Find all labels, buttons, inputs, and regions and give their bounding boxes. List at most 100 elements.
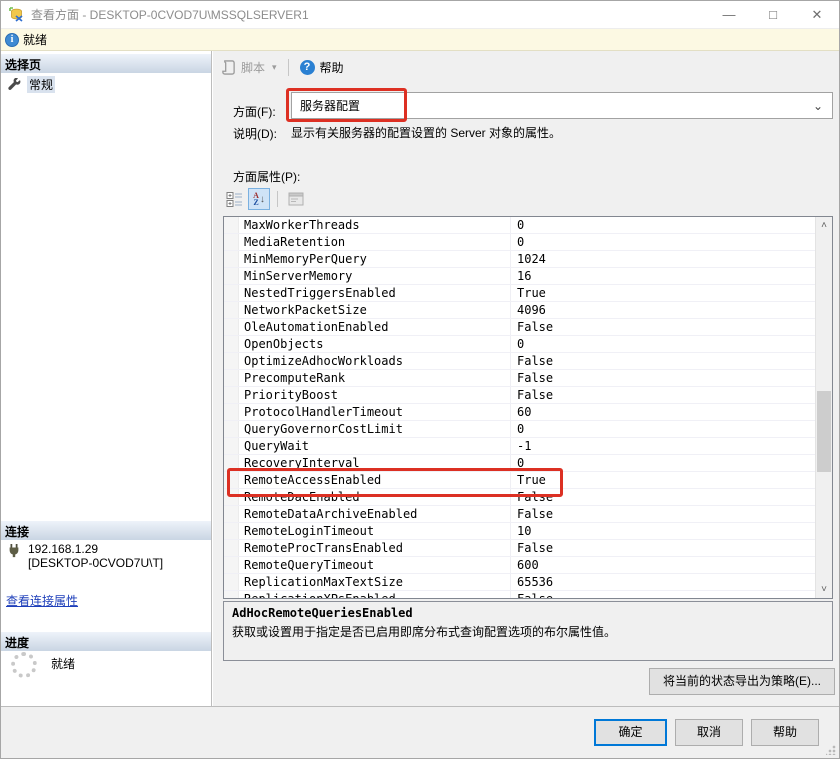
title-bar: 查看方面 - DESKTOP-0CVOD7U\MSSQLSERVER1 — □ … xyxy=(1,1,839,29)
script-icon xyxy=(221,60,236,75)
property-row[interactable]: MinServerMemory16 xyxy=(224,268,815,285)
property-grid: MaxWorkerThreads0MediaRetention0MinMemor… xyxy=(223,216,833,599)
property-name: RemoteDacEnabled xyxy=(239,489,511,505)
property-row[interactable]: RemoteProcTransEnabledFalse xyxy=(224,540,815,557)
property-row[interactable]: ProtocolHandlerTimeout60 xyxy=(224,404,815,421)
resize-grip[interactable] xyxy=(826,745,836,755)
property-row[interactable]: PrecomputeRankFalse xyxy=(224,370,815,387)
grid-toolbar-separator xyxy=(277,191,278,207)
property-value: 16 xyxy=(511,268,815,284)
property-name: RemoteProcTransEnabled xyxy=(239,540,511,556)
toolbar-separator xyxy=(288,59,289,76)
property-pages-button[interactable] xyxy=(285,188,307,210)
property-name: RemoteQueryTimeout xyxy=(239,557,511,573)
ok-button[interactable]: 确定 xyxy=(594,719,667,746)
property-row[interactable]: ReplicationXPsEnabledFalse xyxy=(224,591,815,598)
progress-header: 进度 xyxy=(1,632,211,651)
view-connection-properties-link[interactable]: 查看连接属性 xyxy=(6,592,78,609)
scroll-down-arrow-icon[interactable]: ˅ xyxy=(816,581,832,598)
export-policy-button[interactable]: 将当前的状态导出为策略(E)... xyxy=(649,668,835,695)
property-value: 600 xyxy=(511,557,815,573)
scroll-up-arrow-icon[interactable]: ˄ xyxy=(816,217,832,234)
description-text: 显示有关服务器的配置设置的 Server 对象的属性。 xyxy=(291,124,831,141)
property-row[interactable]: RecoveryInterval0 xyxy=(224,455,815,472)
property-grid-rows: MaxWorkerThreads0MediaRetention0MinMemor… xyxy=(224,217,815,598)
property-row[interactable]: QueryGovernorCostLimit0 xyxy=(224,421,815,438)
property-row[interactable]: RemoteDataArchiveEnabledFalse xyxy=(224,506,815,523)
property-row[interactable]: OpenObjects0 xyxy=(224,336,815,353)
property-row[interactable]: RemoteAccessEnabledTrue xyxy=(224,472,815,489)
wrench-icon xyxy=(8,78,21,91)
maximize-button[interactable]: □ xyxy=(751,1,795,28)
row-indent xyxy=(224,370,239,386)
property-name: ReplicationXPsEnabled xyxy=(239,591,511,598)
sort-down-arrow-icon: ↓ xyxy=(260,194,265,205)
facet-properties-label: 方面属性(P): xyxy=(233,168,300,185)
property-row[interactable]: MinMemoryPerQuery1024 xyxy=(224,251,815,268)
status-message-bar: i 就绪 xyxy=(1,29,839,51)
property-name: NestedTriggersEnabled xyxy=(239,285,511,301)
script-button[interactable]: 脚本 xyxy=(241,59,265,76)
connection-server: 192.168.1.29 xyxy=(28,542,163,556)
progress-spinner-icon xyxy=(11,652,37,678)
property-row[interactable]: ReplicationMaxTextSize65536 xyxy=(224,574,815,591)
chevron-down-icon[interactable]: ⌄ xyxy=(813,99,823,113)
property-value: 65536 xyxy=(511,574,815,590)
facet-combobox[interactable]: 服务器配置 ⌄ xyxy=(291,92,833,119)
cancel-button[interactable]: 取消 xyxy=(675,719,743,746)
property-value: False xyxy=(511,591,815,598)
main-panel: 脚本 ▾ ? 帮助 方面(F): 服务器配置 ⌄ 说明(D): 显示有关服务器的… xyxy=(213,51,839,706)
property-row[interactable]: NestedTriggersEnabledTrue xyxy=(224,285,815,302)
property-name: QueryWait xyxy=(239,438,511,454)
row-indent xyxy=(224,489,239,505)
vertical-scrollbar[interactable]: ˄ ˅ xyxy=(815,217,832,598)
row-indent xyxy=(224,234,239,250)
property-value: 0 xyxy=(511,234,815,250)
sidebar: 选择页 常规 连接 192.168.1.29 [DESKTOP-0CVOD7U\… xyxy=(1,51,212,706)
connection-user: [DESKTOP-0CVOD7U\T] xyxy=(28,556,163,570)
scrollbar-thumb[interactable] xyxy=(817,391,831,472)
property-detail-panel: AdHocRemoteQueriesEnabled 获取或设置用于指定是否已启用… xyxy=(223,601,833,661)
property-row[interactable]: RemoteQueryTimeout600 xyxy=(224,557,815,574)
connection-icon xyxy=(7,544,21,570)
toolbar-help-button[interactable]: 帮助 xyxy=(320,59,344,76)
categorized-view-button[interactable] xyxy=(223,188,245,210)
close-button[interactable]: ✕ xyxy=(795,1,839,28)
facet-selected-value: 服务器配置 xyxy=(300,97,360,114)
property-row[interactable]: MediaRetention0 xyxy=(224,234,815,251)
property-row[interactable]: OptimizeAdhocWorkloadsFalse xyxy=(224,353,815,370)
property-row[interactable]: OleAutomationEnabledFalse xyxy=(224,319,815,336)
property-name: OpenObjects xyxy=(239,336,511,352)
row-indent xyxy=(224,523,239,539)
row-indent xyxy=(224,336,239,352)
property-value: 10 xyxy=(511,523,815,539)
row-indent xyxy=(224,251,239,267)
property-name: MaxWorkerThreads xyxy=(239,217,511,233)
row-indent xyxy=(224,506,239,522)
minimize-button[interactable]: — xyxy=(707,1,751,28)
property-row[interactable]: PriorityBoostFalse xyxy=(224,387,815,404)
row-indent xyxy=(224,302,239,318)
property-row[interactable]: QueryWait-1 xyxy=(224,438,815,455)
property-name: OleAutomationEnabled xyxy=(239,319,511,335)
alphabetical-sort-button[interactable]: AZ ↓ xyxy=(248,188,270,210)
property-row[interactable]: NetworkPacketSize4096 xyxy=(224,302,815,319)
property-value: False xyxy=(511,319,815,335)
row-indent xyxy=(224,455,239,471)
row-indent xyxy=(224,268,239,284)
property-row[interactable]: MaxWorkerThreads0 xyxy=(224,217,815,234)
script-dropdown-caret-icon[interactable]: ▾ xyxy=(272,62,277,73)
help-button[interactable]: 帮助 xyxy=(751,719,819,746)
row-indent xyxy=(224,217,239,233)
row-indent xyxy=(224,387,239,403)
categorized-icon xyxy=(226,191,243,208)
property-value: False xyxy=(511,489,815,505)
property-name: OptimizeAdhocWorkloads xyxy=(239,353,511,369)
sidebar-item-general[interactable]: 常规 xyxy=(8,76,55,93)
property-value: False xyxy=(511,506,815,522)
property-row[interactable]: RemoteLoginTimeout10 xyxy=(224,523,815,540)
property-name: ReplicationMaxTextSize xyxy=(239,574,511,590)
property-row[interactable]: RemoteDacEnabledFalse xyxy=(224,489,815,506)
property-name: RemoteLoginTimeout xyxy=(239,523,511,539)
property-value: True xyxy=(511,285,815,301)
